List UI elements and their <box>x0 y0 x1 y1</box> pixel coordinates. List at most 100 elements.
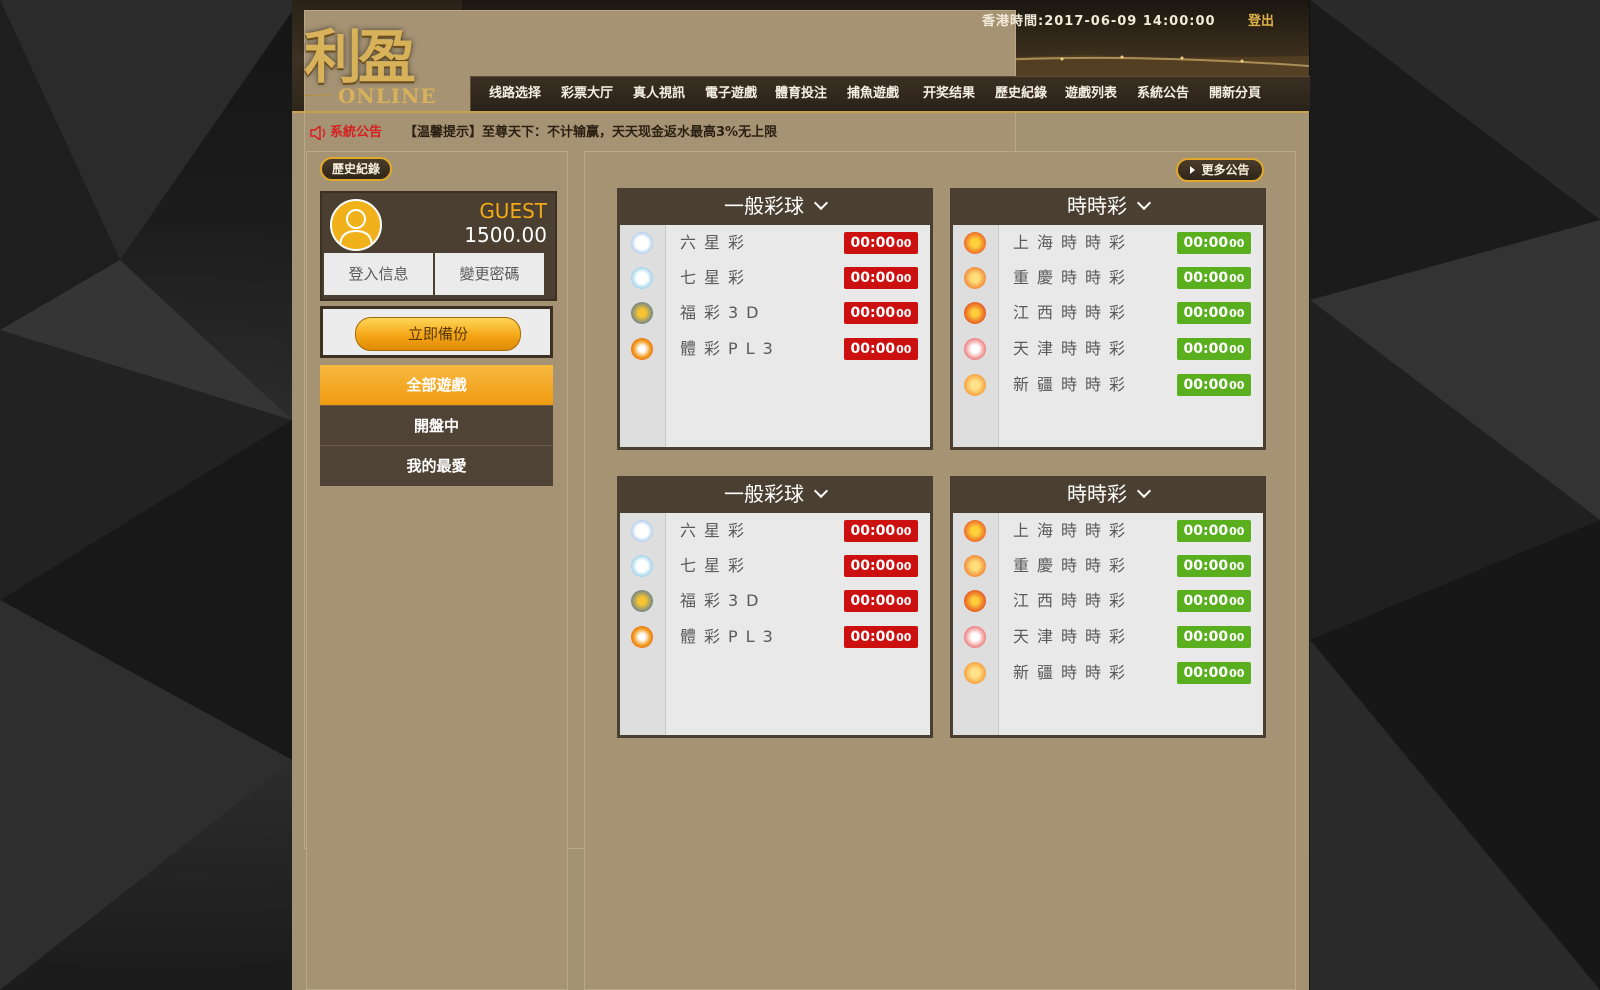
menu-favorites[interactable]: 我的最愛 <box>320 445 553 486</box>
nav-sports-betting[interactable]: 體育投注 <box>775 77 827 111</box>
panel-header[interactable]: 時時彩 <box>950 188 1266 224</box>
ssc-panel: 時時彩 上海時時彩 00:0000 重慶時時彩 00:0000 江西時時彩 00:00… <box>950 188 1266 450</box>
panel-header[interactable]: 一般彩球 <box>617 188 933 224</box>
nav-route-select[interactable]: 线路选择 <box>489 77 541 111</box>
notice-title[interactable]: 系統公告 <box>330 120 382 146</box>
timer-main: 00:00 <box>850 270 896 286</box>
lottery-row[interactable]: 體彩PL3 00:0000 <box>620 331 930 367</box>
nav-lottery-hall[interactable]: 彩票大厅 <box>561 77 613 111</box>
lottery-row[interactable]: 六星彩 00:0000 <box>620 513 930 549</box>
lottery-row[interactable]: 重慶時時彩 00:0000 <box>953 548 1263 584</box>
lottery-row[interactable]: 福彩3D 00:0000 <box>620 583 930 619</box>
lottery-row[interactable]: 新疆時時彩 00:0000 <box>953 655 1263 691</box>
lottery-panel: 一般彩球 六星彩 00:0000 七星彩 00:0000 福彩3D 00:0000 體… <box>617 188 933 450</box>
timer-main: 00:00 <box>850 523 896 539</box>
site-logo[interactable]: 利盈 ONLINE <box>300 4 1016 849</box>
more-notice-button[interactable]: 更多公告 <box>1176 158 1264 182</box>
six-star-lottery-icon <box>631 232 653 254</box>
timer-small: 00 <box>1229 595 1245 608</box>
nav-history[interactable]: 歷史紀錄 <box>995 77 1047 111</box>
panel-header[interactable]: 時時彩 <box>950 476 1266 512</box>
countdown-timer: 00:0000 <box>844 590 918 612</box>
logo-sub-text: ONLINE <box>338 84 437 108</box>
countdown-timer: 00:0000 <box>844 338 918 360</box>
lottery-name: 重慶時時彩 <box>1013 268 1134 287</box>
timer-main: 00:00 <box>1183 665 1229 681</box>
countdown-timer: 00:0000 <box>1177 302 1251 324</box>
lottery-row[interactable]: 六星彩 00:0000 <box>620 225 930 261</box>
lottery-panel: 一般彩球 六星彩 00:0000 七星彩 00:0000 福彩3D 00:0000 體… <box>617 476 933 738</box>
countdown-timer: 00:0000 <box>1177 520 1251 542</box>
timer-small: 00 <box>1229 631 1245 644</box>
lottery-row[interactable]: 福彩3D 00:0000 <box>620 295 930 331</box>
timer-main: 00:00 <box>1183 629 1229 645</box>
timer-small: 00 <box>896 525 912 538</box>
nav-live-video[interactable]: 真人視訊 <box>633 77 685 111</box>
timer-main: 00:00 <box>850 341 896 357</box>
lottery-row[interactable]: 上海時時彩 00:0000 <box>953 225 1263 261</box>
timer-small: 00 <box>896 560 912 573</box>
lottery-row[interactable]: 新疆時時彩 00:0000 <box>953 367 1263 403</box>
lottery-row[interactable]: 江西時時彩 00:0000 <box>953 295 1263 331</box>
lottery-row[interactable]: 天津時時彩 00:0000 <box>953 619 1263 655</box>
page-container: 利盈 ONLINE 香港時間:2017-06-09 14:00:00 登出 线路… <box>292 0 1310 990</box>
menu-open-markets[interactable]: 開盤中 <box>320 405 553 446</box>
chevron-down-icon <box>813 195 829 211</box>
lottery-row[interactable]: 上海時時彩 00:0000 <box>953 513 1263 549</box>
lottery-name: 福彩3D <box>680 303 767 322</box>
main-content: 更多公告 一般彩球 六星彩 00:0000 七星彩 00:0000 福彩3D 00:0… <box>584 151 1296 990</box>
panel-header[interactable]: 一般彩球 <box>617 476 933 512</box>
backup-now-button[interactable]: 立即備份 <box>355 317 521 351</box>
lottery-name: 新疆時時彩 <box>1013 375 1134 394</box>
account-balance: 1500.00 <box>464 223 547 247</box>
timer-main: 00:00 <box>850 629 896 645</box>
timer-main: 00:00 <box>1183 270 1229 286</box>
nav-system-notice[interactable]: 系統公告 <box>1137 77 1189 111</box>
chevron-down-icon <box>1136 483 1152 499</box>
notice-marquee-text: 【温馨提示】至尊天下：不计输赢，天天现金返水最高3%无上限 <box>404 125 778 140</box>
history-button[interactable]: 歷史紀錄 <box>320 157 392 181</box>
login-info-button[interactable]: 登入信息 <box>324 253 433 295</box>
seven-star-lottery-icon <box>631 267 653 289</box>
logout-link[interactable]: 登出 <box>1248 10 1274 29</box>
panel-body: 六星彩 00:0000 七星彩 00:0000 福彩3D 00:0000 體彩PL3 0… <box>620 513 930 735</box>
jiangxi-ssc-icon <box>964 302 986 324</box>
nav-game-list[interactable]: 遊戲列表 <box>1065 77 1117 111</box>
panel-title: 一般彩球 <box>724 482 804 506</box>
lottery-name: 上海時時彩 <box>1013 521 1134 540</box>
triangle-right-icon <box>1190 166 1196 174</box>
user-icon <box>339 209 373 248</box>
lottery-name: 體彩PL3 <box>680 627 781 646</box>
nav-draw-results[interactable]: 开奖结果 <box>923 77 975 111</box>
lottery-row[interactable]: 體彩PL3 00:0000 <box>620 619 930 655</box>
sports-pl3-icon <box>631 338 653 360</box>
backup-box: 立即備份 <box>320 306 553 358</box>
timer-small: 00 <box>1229 525 1245 538</box>
header: 利盈 ONLINE 香港時間:2017-06-09 14:00:00 登出 线路… <box>292 0 1310 849</box>
panel-body: 上海時時彩 00:0000 重慶時時彩 00:0000 江西時時彩 00:0000 天… <box>953 225 1263 447</box>
panel-body: 上海時時彩 00:0000 重慶時時彩 00:0000 江西時時彩 00:0000 天… <box>953 513 1263 735</box>
countdown-timer: 00:0000 <box>1177 590 1251 612</box>
timer-small: 00 <box>896 631 912 644</box>
lottery-row[interactable]: 七星彩 00:0000 <box>620 548 930 584</box>
countdown-timer: 00:0000 <box>844 232 918 254</box>
panel-title: 時時彩 <box>1067 194 1127 218</box>
timer-small: 00 <box>1229 343 1245 356</box>
lottery-row[interactable]: 天津時時彩 00:0000 <box>953 331 1263 367</box>
change-password-button[interactable]: 變更密碼 <box>435 253 544 295</box>
lottery-row[interactable]: 七星彩 00:0000 <box>620 260 930 296</box>
nav-new-tab[interactable]: 開新分頁 <box>1209 77 1261 111</box>
lottery-name: 重慶時時彩 <box>1013 556 1134 575</box>
nav-electronic-games[interactable]: 電子遊戲 <box>705 77 757 111</box>
panel-body: 六星彩 00:0000 七星彩 00:0000 福彩3D 00:0000 體彩PL3 0… <box>620 225 930 447</box>
tianjin-ssc-icon <box>964 338 986 360</box>
nav-fishing-games[interactable]: 捕魚遊戲 <box>847 77 899 111</box>
timer-main: 00:00 <box>850 235 896 251</box>
lottery-name: 天津時時彩 <box>1013 339 1134 358</box>
menu-all-games[interactable]: 全部遊戲 <box>320 365 553 405</box>
timer-small: 00 <box>1229 272 1245 285</box>
six-star-lottery-icon <box>631 520 653 542</box>
jiangxi-ssc-icon <box>964 590 986 612</box>
lottery-row[interactable]: 江西時時彩 00:0000 <box>953 583 1263 619</box>
lottery-row[interactable]: 重慶時時彩 00:0000 <box>953 260 1263 296</box>
